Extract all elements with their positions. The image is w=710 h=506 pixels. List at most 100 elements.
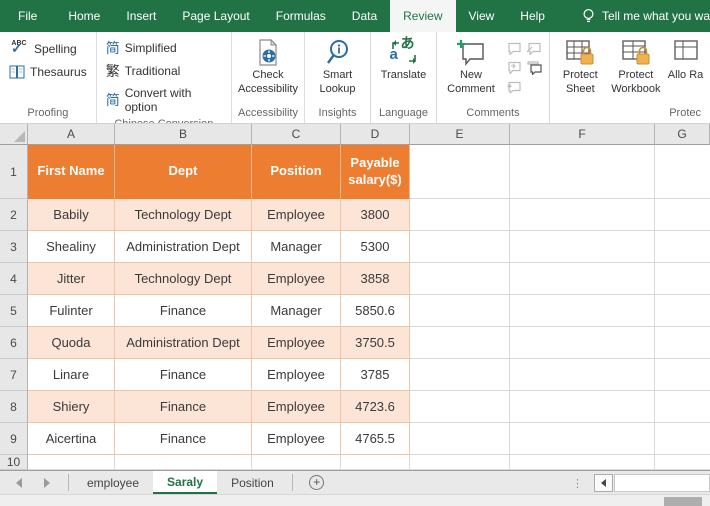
cell-g2[interactable] — [655, 199, 710, 231]
new-comment-button[interactable]: New Comment — [442, 35, 500, 97]
sheet-nav-right-icon[interactable] — [44, 478, 50, 488]
cell-g10[interactable] — [655, 455, 710, 470]
cell-b3[interactable]: Administration Dept — [115, 231, 252, 263]
tab-formulas[interactable]: Formulas — [263, 0, 339, 32]
tab-page-layout[interactable]: Page Layout — [169, 0, 262, 32]
cell-d1[interactable]: Payable salary($) — [341, 145, 410, 199]
cell-a7[interactable]: Linare — [28, 359, 115, 391]
row-header-1[interactable]: 1 — [0, 145, 28, 199]
cell-d7[interactable]: 3785 — [341, 359, 410, 391]
cell-f7[interactable] — [510, 359, 655, 391]
cell-c2[interactable]: Employee — [252, 199, 341, 231]
cell-d4[interactable]: 3858 — [341, 263, 410, 295]
check-accessibility-button[interactable]: Check Accessibility — [237, 35, 299, 97]
cell-d9[interactable]: 4765.5 — [341, 423, 410, 455]
cell-b2[interactable]: Technology Dept — [115, 199, 252, 231]
tab-help[interactable]: Help — [507, 0, 558, 32]
row-header-8[interactable]: 8 — [0, 391, 28, 423]
cell-d2[interactable]: 3800 — [341, 199, 410, 231]
cell-d6[interactable]: 3750.5 — [341, 327, 410, 359]
protect-sheet-button[interactable]: Protect Sheet — [555, 35, 606, 97]
cell-c6[interactable]: Employee — [252, 327, 341, 359]
cell-b9[interactable]: Finance — [115, 423, 252, 455]
row-header-9[interactable]: 9 — [0, 423, 28, 455]
cell-g4[interactable] — [655, 263, 710, 295]
cell-f9[interactable] — [510, 423, 655, 455]
spelling-button[interactable]: ABC✓ Spelling — [5, 38, 91, 60]
column-header-f[interactable]: F — [510, 124, 655, 145]
tab-home[interactable]: Home — [55, 0, 113, 32]
cell-a8[interactable]: Shiery — [28, 391, 115, 423]
cell-e9[interactable] — [410, 423, 510, 455]
cell-e10[interactable] — [410, 455, 510, 470]
cell-g5[interactable] — [655, 295, 710, 327]
cell-f1[interactable] — [510, 145, 655, 199]
smart-lookup-button[interactable]: Smart Lookup — [310, 35, 365, 97]
cell-g8[interactable] — [655, 391, 710, 423]
cell-d3[interactable]: 5300 — [341, 231, 410, 263]
cell-e8[interactable] — [410, 391, 510, 423]
cell-a4[interactable]: Jitter — [28, 263, 115, 295]
scrollbar-resize-grip[interactable]: ⋮ — [572, 471, 583, 495]
column-header-a[interactable]: A — [28, 124, 115, 145]
protect-workbook-button[interactable]: Protect Workbook — [606, 35, 666, 97]
cell-f5[interactable] — [510, 295, 655, 327]
previous-comment-icon[interactable] — [524, 39, 544, 58]
cell-g9[interactable] — [655, 423, 710, 455]
show-all-comments-icon[interactable] — [504, 77, 524, 96]
cell-e2[interactable] — [410, 199, 510, 231]
column-header-d[interactable]: D — [341, 124, 410, 145]
tab-data[interactable]: Data — [339, 0, 390, 32]
column-header-g[interactable]: G — [655, 124, 710, 145]
next-comment-icon[interactable] — [504, 58, 524, 77]
cell-b5[interactable]: Finance — [115, 295, 252, 327]
cell-e4[interactable] — [410, 263, 510, 295]
sheet-tab-position[interactable]: Position — [217, 471, 288, 494]
delete-comment-icon[interactable] — [504, 39, 524, 58]
sheet-tab-employee[interactable]: employee — [73, 471, 153, 494]
thesaurus-button[interactable]: Thesaurus — [5, 63, 91, 81]
cell-f2[interactable] — [510, 199, 655, 231]
cell-b7[interactable]: Finance — [115, 359, 252, 391]
cell-d8[interactable]: 4723.6 — [341, 391, 410, 423]
cell-f10[interactable] — [510, 455, 655, 470]
column-header-e[interactable]: E — [410, 124, 510, 145]
cell-g6[interactable] — [655, 327, 710, 359]
cell-e3[interactable] — [410, 231, 510, 263]
hscroll-left-button[interactable] — [594, 474, 613, 492]
cell-a5[interactable]: Fulinter — [28, 295, 115, 327]
column-header-b[interactable]: B — [115, 124, 252, 145]
row-header-7[interactable]: 7 — [0, 359, 28, 391]
cell-d5[interactable]: 5850.6 — [341, 295, 410, 327]
cell-c4[interactable]: Employee — [252, 263, 341, 295]
cell-c3[interactable]: Manager — [252, 231, 341, 263]
cell-e7[interactable] — [410, 359, 510, 391]
tab-file[interactable]: File — [0, 0, 55, 32]
cell-g3[interactable] — [655, 231, 710, 263]
cell-g1[interactable] — [655, 145, 710, 199]
cell-c1[interactable]: Position — [252, 145, 341, 199]
tab-insert[interactable]: Insert — [113, 0, 169, 32]
tell-me-box[interactable]: Tell me what you wa — [582, 0, 710, 32]
row-header-10[interactable]: 10 — [0, 455, 28, 470]
cell-f4[interactable] — [510, 263, 655, 295]
tab-view[interactable]: View — [456, 0, 508, 32]
simplified-button[interactable]: 简 Simplified — [102, 38, 226, 58]
translate-button[interactable]: あ a Translate — [376, 35, 431, 83]
show-hide-comment-icon[interactable] — [524, 58, 544, 77]
cell-f8[interactable] — [510, 391, 655, 423]
row-header-6[interactable]: 6 — [0, 327, 28, 359]
traditional-button[interactable]: 繁 Traditional — [102, 61, 226, 81]
column-header-c[interactable]: C — [252, 124, 341, 145]
sheet-nav-left-icon[interactable] — [16, 478, 22, 488]
row-header-5[interactable]: 5 — [0, 295, 28, 327]
cell-e1[interactable] — [410, 145, 510, 199]
cell-d10[interactable] — [341, 455, 410, 470]
cell-a10[interactable] — [28, 455, 115, 470]
cell-b8[interactable]: Finance — [115, 391, 252, 423]
row-header-3[interactable]: 3 — [0, 231, 28, 263]
cell-a9[interactable]: Aicertina — [28, 423, 115, 455]
convert-with-option-button[interactable]: 简 Convert with option — [102, 84, 226, 116]
horizontal-scrollbar[interactable] — [614, 474, 710, 492]
tab-review[interactable]: Review — [390, 0, 455, 32]
